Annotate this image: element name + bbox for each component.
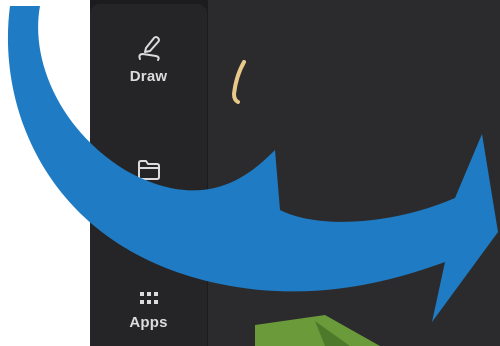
sidebar-item-label: Apps <box>129 314 168 331</box>
sidebar-item-projects[interactable]: Projects <box>90 158 207 205</box>
folder-icon <box>137 160 160 180</box>
app-window: Draw Projects Apps <box>90 0 500 346</box>
sidebar-item-label: Projects <box>118 188 179 205</box>
apps-icon <box>139 292 158 304</box>
drawn-stroke <box>231 60 246 104</box>
green-shape <box>255 315 380 346</box>
canvas-area[interactable] <box>208 0 500 346</box>
left-sidebar: Draw Projects Apps <box>90 0 208 346</box>
sidebar-item-draw[interactable]: Draw <box>90 34 207 85</box>
sidebar-item-apps[interactable]: Apps <box>90 290 207 331</box>
draw-icon <box>137 36 160 61</box>
sidebar-item-label: Draw <box>129 68 168 85</box>
